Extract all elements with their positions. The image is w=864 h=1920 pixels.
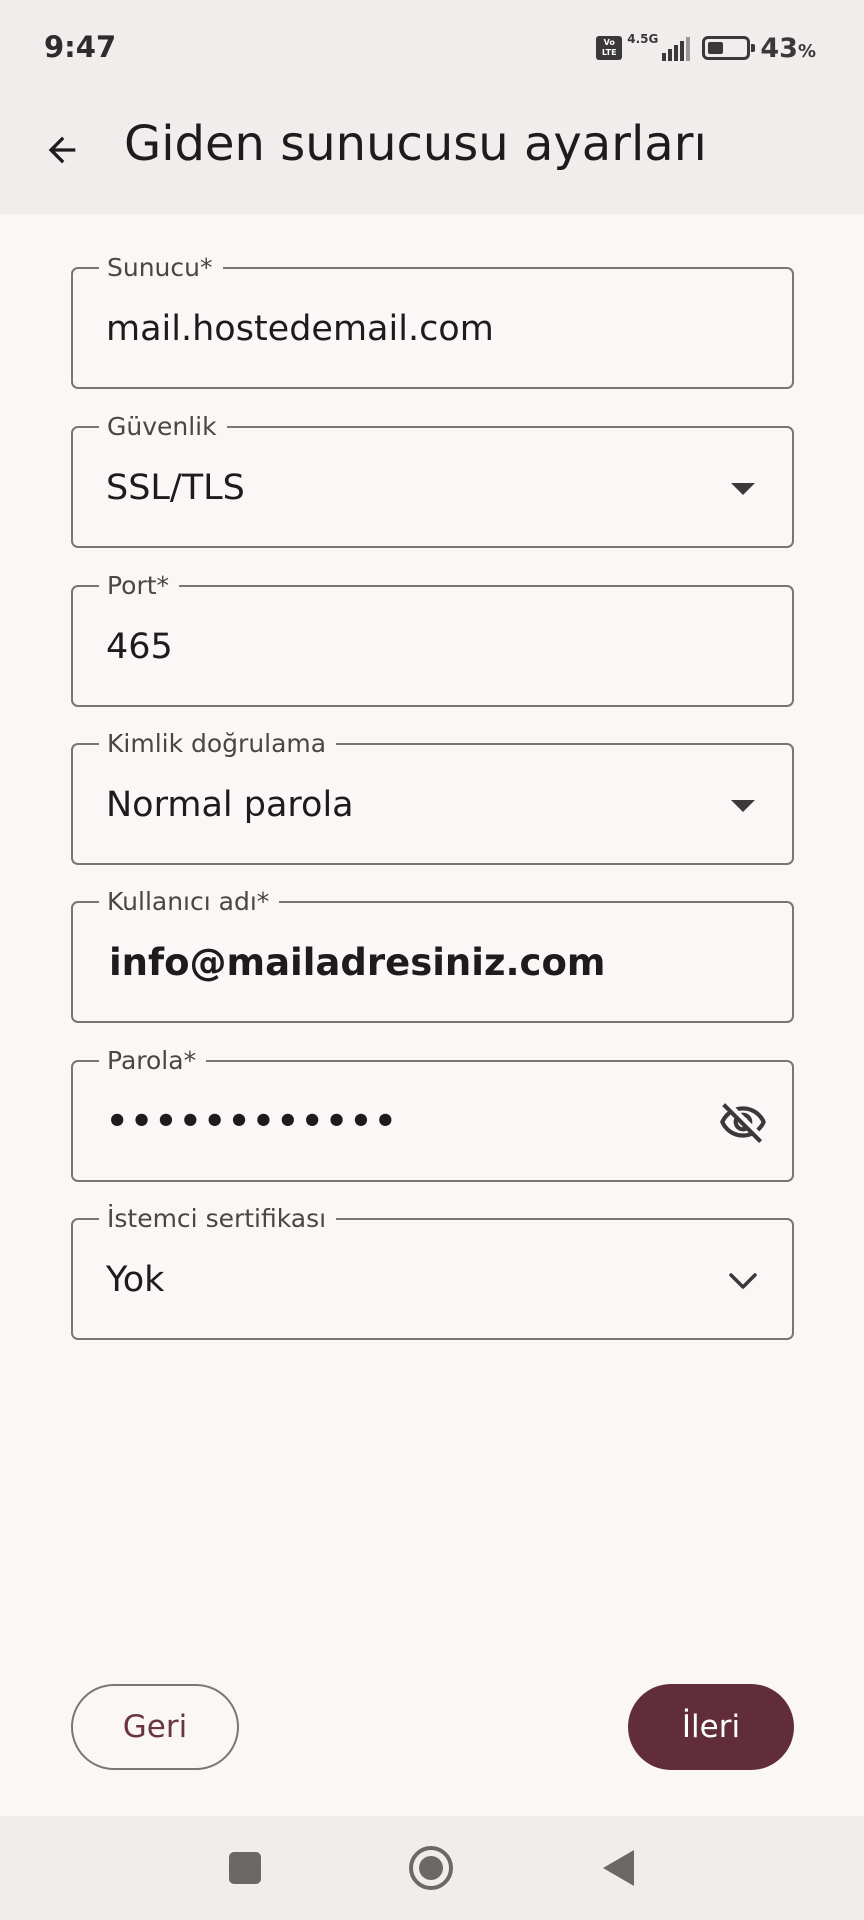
client-certificate-value: Yok [106, 1260, 165, 1300]
server-field[interactable]: Sunucu* mail.hostedemail.com [71, 252, 794, 389]
security-label: Güvenlik [99, 411, 227, 443]
port-value[interactable]: 465 [106, 627, 173, 667]
battery-percent: 43% [760, 32, 816, 64]
app-bar: Giden sunucusu ayarları [0, 96, 864, 214]
port-label: Port* [99, 570, 180, 602]
password-field[interactable]: Parola* •••••••••••• [71, 1045, 794, 1182]
back-step-button[interactable]: Geri [71, 1684, 239, 1770]
network-type: 4.5G [627, 32, 659, 46]
status-bar: 9:47 Vo LTE 4.5G 43% [0, 0, 864, 96]
volte-icon: Vo LTE [596, 36, 623, 60]
port-field[interactable]: Port* 465 [71, 570, 794, 707]
security-value: SSL/TLS [106, 468, 245, 508]
server-value[interactable]: mail.hostedemail.com [106, 309, 494, 349]
authentication-select[interactable]: Kimlik doğrulama Normal parola [71, 728, 794, 865]
status-time: 9:47 [44, 30, 117, 64]
battery-icon [702, 36, 756, 60]
dropdown-triangle-icon[interactable] [714, 777, 772, 835]
visibility-off-icon[interactable] [714, 1094, 772, 1152]
signal-icon [660, 35, 691, 61]
next-button[interactable]: İleri [628, 1684, 794, 1770]
home-circle-icon[interactable] [403, 1840, 459, 1896]
username-label: Kullanıcı adı* [99, 886, 280, 918]
authentication-value: Normal parola [106, 785, 354, 825]
server-label: Sunucu* [99, 252, 223, 284]
authentication-label: Kimlik doğrulama [99, 728, 337, 760]
back-button[interactable] [30, 118, 94, 182]
dropdown-triangle-icon[interactable] [714, 460, 772, 518]
back-triangle-icon[interactable] [590, 1840, 646, 1896]
arrow-left-icon [48, 136, 76, 164]
username-field[interactable]: Kullanıcı adı* info@mailadresiniz.com [71, 886, 794, 1023]
password-value[interactable]: •••••••••••• [106, 1102, 398, 1142]
security-select[interactable]: Güvenlik SSL/TLS [71, 411, 794, 548]
page-title: Giden sunucusu ayarları [124, 116, 707, 172]
password-label: Parola* [99, 1045, 207, 1077]
username-value[interactable]: info@mailadresiniz.com [109, 941, 605, 984]
recents-square-icon[interactable] [217, 1840, 273, 1896]
chevron-down-icon[interactable] [714, 1252, 772, 1310]
system-nav-bar [0, 1816, 864, 1920]
status-icons: Vo LTE 4.5G 43% [596, 30, 816, 66]
client-certificate-label: İstemci sertifikası [99, 1203, 337, 1235]
client-certificate-select[interactable]: İstemci sertifikası Yok [71, 1203, 794, 1340]
battery-fill [708, 42, 724, 54]
